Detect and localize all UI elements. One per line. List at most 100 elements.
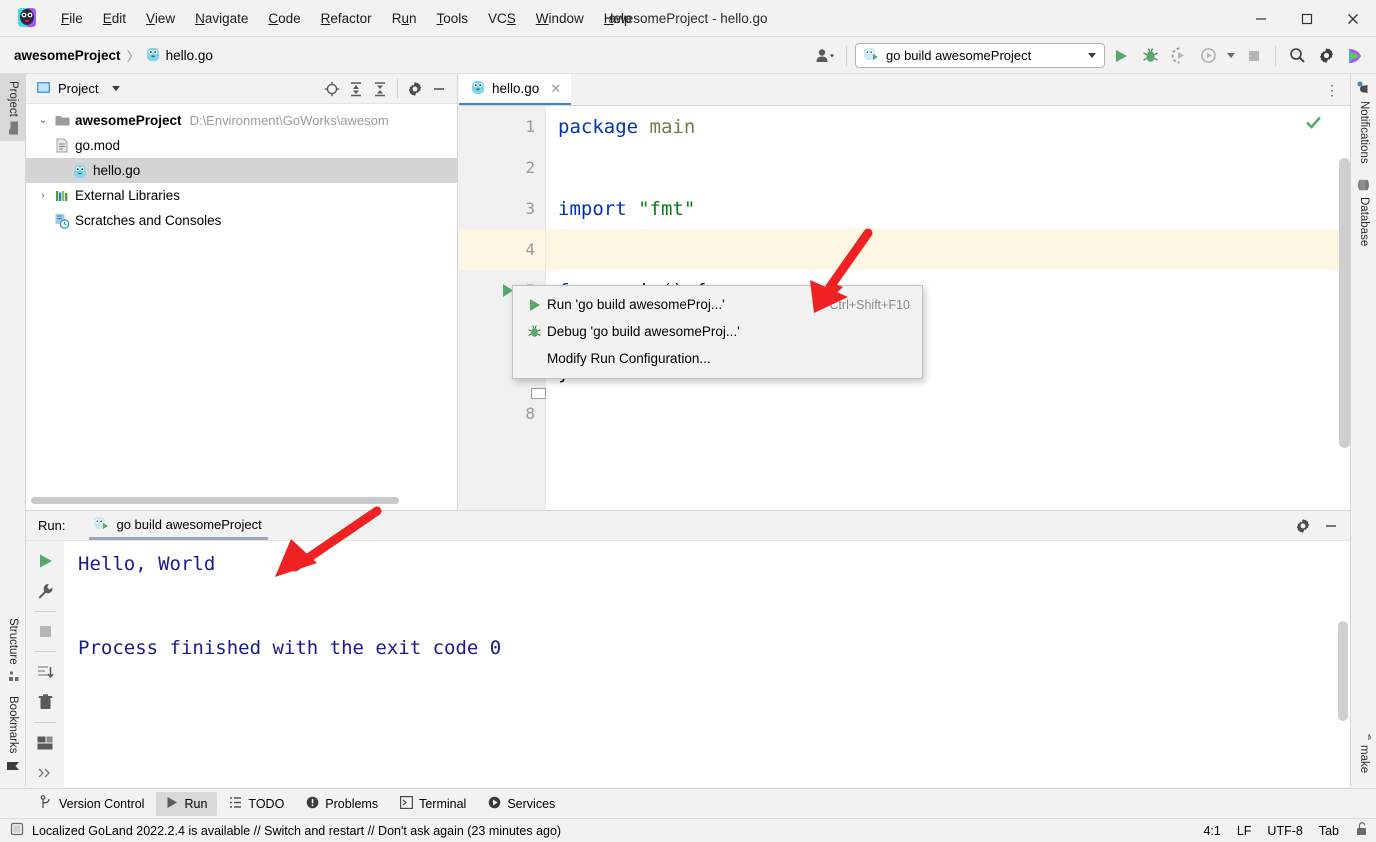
sidebar-item-project[interactable]: Project: [0, 74, 26, 141]
tree-project-path: D:\Environment\GoWorks\awesom: [189, 113, 389, 128]
bottom-item-services[interactable]: Services: [478, 792, 565, 816]
sidebar-item-make[interactable]: M make: [1351, 720, 1376, 780]
run-console[interactable]: Hello, World Process finished with the e…: [64, 541, 1350, 787]
sidebar-item-bookmarks[interactable]: Bookmarks: [0, 689, 26, 780]
toolbar-divider: [34, 651, 56, 653]
minimize-button[interactable]: [1238, 0, 1284, 37]
settings-wrench-icon[interactable]: [31, 577, 59, 604]
project-label: Project: [7, 81, 19, 117]
collapse-all-icon[interactable]: [368, 77, 392, 101]
scrollbar-thumb[interactable]: [31, 497, 399, 504]
user-account-icon[interactable]: [812, 43, 838, 69]
console-line: Hello, World: [78, 553, 216, 575]
sidebar-item-notifications[interactable]: Notifications: [1351, 74, 1376, 171]
console-vertical-scrollbar[interactable]: [1338, 621, 1348, 721]
token-keyword: package: [558, 115, 650, 138]
menu-help[interactable]: Help: [595, 7, 641, 30]
folder-icon: [52, 114, 72, 127]
maximize-button[interactable]: [1284, 0, 1330, 37]
profile-dropdown-icon[interactable]: [1224, 43, 1238, 69]
left-tool-strip: Project Structure Bookmarks: [0, 74, 26, 786]
file-encoding[interactable]: UTF-8: [1267, 824, 1302, 838]
run-with-coverage-icon[interactable]: [1166, 43, 1192, 69]
menu-tools[interactable]: Tools: [427, 7, 477, 30]
search-everywhere-icon[interactable]: [1284, 43, 1310, 69]
unlocked-icon[interactable]: [1355, 822, 1368, 839]
menu-item-debug-config[interactable]: Debug 'go build awesomeProj...': [513, 318, 922, 345]
hide-panel-icon[interactable]: [427, 77, 451, 101]
menu-view[interactable]: View: [137, 7, 184, 30]
profile-icon[interactable]: [1195, 43, 1221, 69]
caret-position[interactable]: 4:1: [1203, 824, 1220, 838]
tree-row[interactable]: ⌄ awesomeProject D:\Environment\GoWorks\…: [26, 108, 457, 133]
close-button[interactable]: [1330, 0, 1376, 37]
editor-options-icon[interactable]: ⋮: [1320, 74, 1344, 106]
menu-code[interactable]: Code: [259, 7, 309, 30]
menu-item-run-config[interactable]: Run 'go build awesomeProj...' Ctrl+Shift…: [513, 291, 922, 318]
bottom-item-todo[interactable]: TODO: [219, 792, 294, 816]
updates-icon[interactable]: [1342, 43, 1368, 69]
debug-button[interactable]: [1137, 43, 1163, 69]
inspection-status-icon[interactable]: [1305, 114, 1322, 134]
indent-setting[interactable]: Tab: [1319, 824, 1339, 838]
go-file-icon: [146, 46, 160, 65]
tree-label-gomod: go.mod: [75, 138, 121, 153]
expand-all-icon[interactable]: [344, 77, 368, 101]
tree-row[interactable]: hello.go: [26, 158, 457, 183]
tree-row[interactable]: › External Libraries: [26, 183, 457, 208]
layout-icon[interactable]: [31, 729, 59, 756]
rerun-icon[interactable]: [31, 547, 59, 574]
stop-button[interactable]: [1241, 43, 1267, 69]
run-window-label: Run:: [38, 518, 66, 533]
locate-icon[interactable]: [320, 77, 344, 101]
menu-item-modify-run-configuration[interactable]: Modify Run Configuration...: [513, 345, 922, 372]
menu-item-run-shortcut: Ctrl+Shift+F10: [829, 297, 910, 312]
bottom-item-version-control[interactable]: Version Control: [30, 791, 154, 816]
scroll-to-end-icon[interactable]: [31, 658, 59, 685]
run-configuration-selector[interactable]: go build awesomeProject: [855, 43, 1105, 68]
project-horizontal-scrollbar[interactable]: [26, 495, 458, 504]
tree-row[interactable]: Scratches and Consoles: [26, 208, 457, 233]
menu-file[interactable]: File: [52, 7, 92, 30]
project-scope-chevron-icon[interactable]: [112, 86, 121, 91]
run-button[interactable]: [1108, 43, 1134, 69]
menu-vcs[interactable]: VCS: [479, 7, 525, 30]
menu-navigate[interactable]: Navigate: [186, 7, 257, 30]
bottom-item-run[interactable]: Run: [156, 791, 218, 816]
tab-hello-go[interactable]: hello.go ✕: [459, 74, 572, 105]
run-tab-go-build[interactable]: go build awesomeProject: [89, 511, 268, 540]
gear-icon[interactable]: [1290, 513, 1316, 539]
settings-gear-icon[interactable]: [1313, 43, 1339, 69]
menu-edit[interactable]: Edit: [94, 7, 135, 30]
trash-icon[interactable]: [31, 689, 59, 716]
gear-icon[interactable]: [403, 77, 427, 101]
go-file-icon: [471, 79, 485, 98]
notification-icon[interactable]: [10, 822, 24, 839]
tree-row[interactable]: go.mod: [26, 133, 457, 158]
menu-run[interactable]: Run: [383, 7, 426, 30]
project-panel-header: Project: [26, 74, 457, 104]
code-fold-marker[interactable]: [531, 388, 546, 399]
editor-vertical-scrollbar[interactable]: [1339, 158, 1350, 448]
expand-icon[interactable]: [31, 760, 59, 787]
chevron-right-icon[interactable]: ›: [34, 190, 52, 201]
bottom-item-problems[interactable]: Problems: [296, 792, 388, 816]
bookmark-icon: [6, 760, 20, 772]
menu-refactor[interactable]: Refactor: [312, 7, 381, 30]
sidebar-item-structure[interactable]: Structure: [0, 611, 26, 690]
folder-icon: [7, 121, 19, 135]
menu-window[interactable]: Window: [527, 7, 593, 30]
close-icon[interactable]: ✕: [550, 81, 561, 97]
breadcrumb-project[interactable]: awesomeProject: [14, 48, 121, 63]
line-separator[interactable]: LF: [1237, 824, 1252, 838]
breadcrumb-file[interactable]: hello.go: [146, 46, 213, 65]
scratches-icon: [52, 213, 72, 229]
chevron-down-icon[interactable]: ⌄: [34, 115, 52, 126]
status-message[interactable]: Localized GoLand 2022.2.4 is available /…: [32, 824, 561, 838]
hide-panel-icon[interactable]: [1318, 513, 1344, 539]
stop-icon[interactable]: [31, 618, 59, 645]
sidebar-item-database[interactable]: Database: [1351, 171, 1376, 253]
navigation-bar: awesomeProject 〉 hello.go go build aweso…: [0, 37, 1376, 74]
bottom-item-terminal[interactable]: Terminal: [390, 792, 476, 816]
